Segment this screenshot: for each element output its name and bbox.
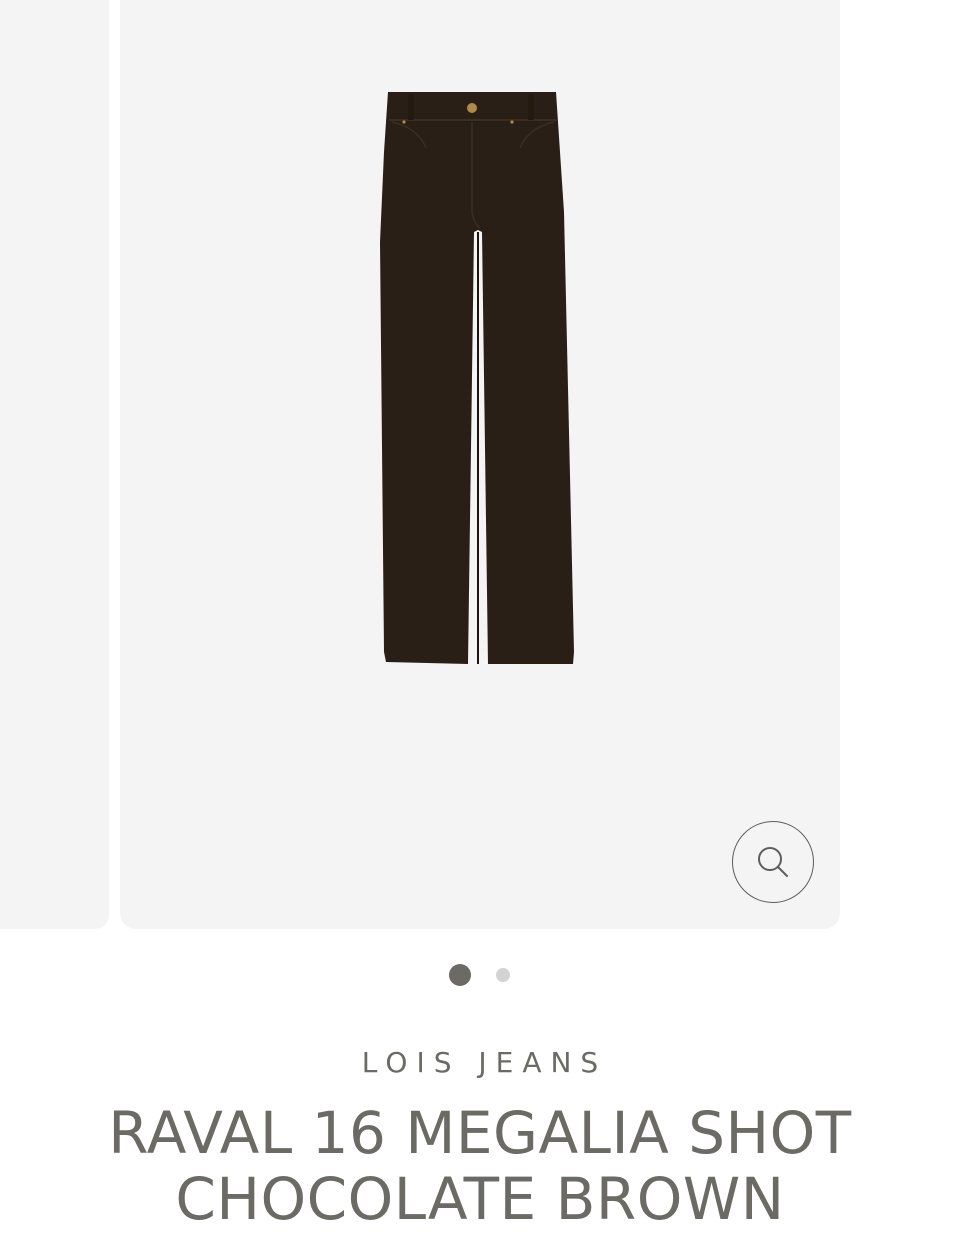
carousel-pagination: [0, 964, 960, 988]
zoom-button[interactable]: [732, 821, 814, 903]
product-brand[interactable]: LOIS JEANS: [0, 1046, 960, 1079]
image-carousel[interactable]: [0, 0, 960, 930]
product-title: RAVAL 16 MEGALIA SHOT CHOCOLATE BROWN: [108, 1099, 852, 1233]
search-icon: [758, 847, 788, 877]
jeans-button: [467, 103, 477, 113]
pagination-dot-2[interactable]: [496, 968, 510, 982]
previous-slide[interactable]: [0, 0, 109, 929]
current-slide[interactable]: [120, 0, 840, 929]
product-page: LOIS JEANS RAVAL 16 MEGALIA SHOT CHOCOLA…: [0, 0, 960, 1256]
pagination-dot-1[interactable]: [449, 964, 471, 986]
product-image[interactable]: [378, 92, 578, 672]
